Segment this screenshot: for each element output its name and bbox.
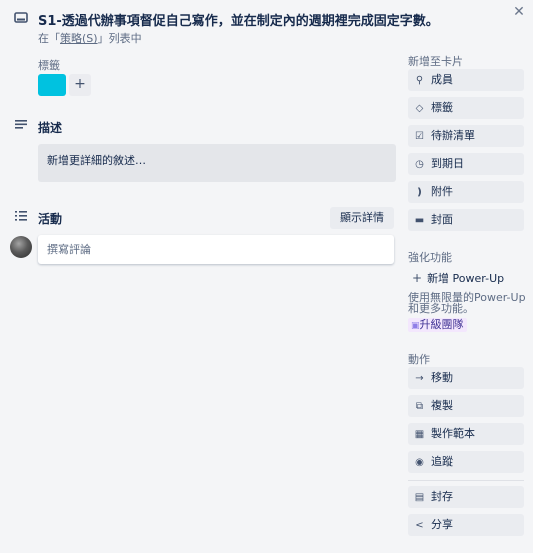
- add-powerup-button[interactable]: + 新增 Power-Up: [412, 270, 504, 286]
- move-label: 移動: [431, 371, 453, 384]
- plus-icon: +: [412, 271, 423, 285]
- copy-icon: ⧉: [415, 401, 424, 412]
- labels-label: 標籤: [431, 101, 453, 114]
- checklist-button[interactable]: ☑ 待辦清單: [408, 125, 524, 147]
- description-title: 描述: [38, 121, 63, 135]
- copy-label: 複製: [431, 399, 453, 412]
- archive-button[interactable]: ▤ 封存: [408, 486, 524, 508]
- checklist-icon: ☑: [415, 131, 424, 142]
- cover-button[interactable]: ▬ 封面: [408, 209, 524, 231]
- share-icon: <: [415, 520, 424, 531]
- labels-heading: 標籤: [38, 59, 60, 72]
- description-field[interactable]: 新增更詳細的敘述…: [38, 144, 396, 182]
- activity-icon: [15, 211, 27, 221]
- list-link[interactable]: 策略(S): [60, 32, 98, 45]
- attachment-button[interactable]: ❫ 附件: [408, 181, 524, 203]
- card-title[interactable]: S1-透過代辦事項督促自己寫作，並在制定內的週期裡完成固定字數。: [38, 10, 439, 29]
- label-chip[interactable]: [38, 74, 66, 96]
- actions-divider: [408, 480, 524, 481]
- add-label-button[interactable]: +: [69, 74, 91, 96]
- archive-label: 封存: [431, 490, 453, 503]
- archive-icon: ▤: [414, 492, 425, 503]
- copy-button[interactable]: ⧉ 複製: [408, 395, 524, 417]
- avatar[interactable]: [10, 236, 32, 258]
- add-to-card-heading: 新增至卡片: [408, 55, 463, 68]
- show-details-button[interactable]: 顯示詳情: [330, 207, 394, 229]
- due-date-label: 到期日: [431, 157, 464, 170]
- person-icon: ⚲: [415, 75, 424, 86]
- template-icon: ▦: [414, 429, 425, 440]
- upgrade-team-label: 升級團隊: [419, 318, 464, 331]
- cover-icon: ▬: [414, 215, 425, 226]
- tag-icon: ◇: [415, 103, 424, 114]
- watch-label: 追蹤: [431, 455, 453, 468]
- eye-icon: ◉: [415, 457, 424, 468]
- paperclip-icon: ❫: [415, 187, 424, 198]
- share-button[interactable]: < 分享: [408, 514, 524, 536]
- card-list-location: 在「策略(S)」列表中: [38, 30, 142, 46]
- subtitle-suffix: 」列表中: [97, 32, 142, 45]
- clock-icon: ◷: [415, 159, 424, 170]
- attachment-label: 附件: [431, 185, 453, 198]
- close-icon[interactable]: ✕: [512, 5, 526, 19]
- arrow-right-icon: →: [415, 373, 424, 384]
- members-button[interactable]: ⚲ 成員: [408, 69, 524, 91]
- description-icon: [15, 120, 27, 129]
- subtitle-prefix: 在「: [38, 32, 60, 45]
- move-button[interactable]: → 移動: [408, 367, 524, 389]
- make-template-button[interactable]: ▦ 製作範本: [408, 423, 524, 445]
- powerups-heading: 強化功能: [408, 251, 452, 264]
- add-powerup-label: 新增 Power-Up: [427, 272, 505, 285]
- share-label: 分享: [431, 518, 453, 531]
- comment-input[interactable]: [38, 235, 394, 264]
- powerups-description: 使用無限量的Power-Up 和更多功能。: [408, 291, 526, 315]
- card-icon: [14, 12, 28, 23]
- checklist-label: 待辦清單: [431, 129, 475, 142]
- watch-button[interactable]: ◉ 追蹤: [408, 451, 524, 473]
- upgrade-team-button[interactable]: ▣升級團隊: [408, 318, 467, 332]
- members-label: 成員: [431, 73, 453, 86]
- due-date-button[interactable]: ◷ 到期日: [408, 153, 524, 175]
- lock-icon: ▣: [411, 321, 420, 331]
- cover-label: 封面: [431, 213, 453, 226]
- actions-heading: 動作: [408, 353, 430, 366]
- activity-title: 活動: [38, 212, 63, 226]
- labels-button[interactable]: ◇ 標籤: [408, 97, 524, 119]
- make-template-label: 製作範本: [431, 427, 475, 440]
